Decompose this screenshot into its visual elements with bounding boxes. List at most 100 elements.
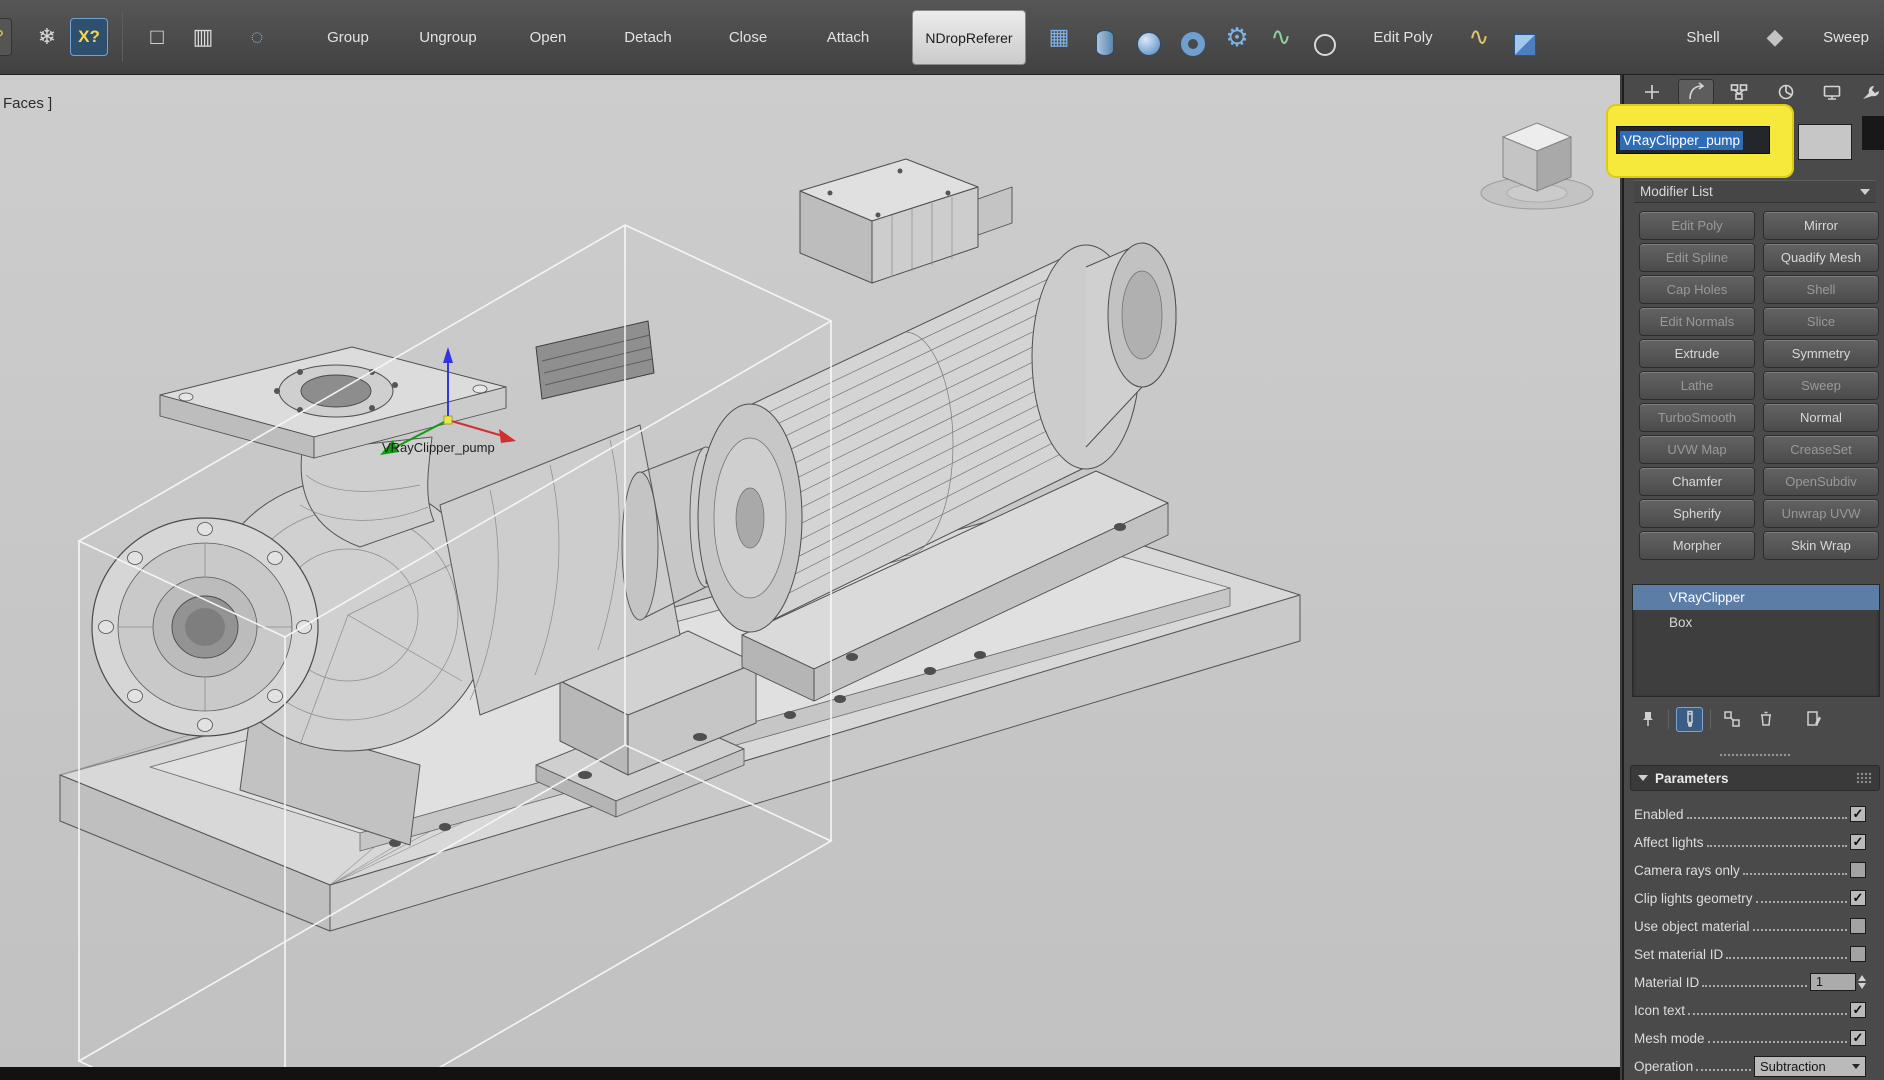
param-row-camera-rays-only: Camera rays only	[1634, 856, 1880, 884]
dotted-leader	[1755, 901, 1847, 903]
clipped-icon[interactable]: ?	[0, 18, 12, 56]
drop-reference-button[interactable]: NDropReferer	[912, 10, 1026, 65]
object-name-input[interactable]: VRayClipper_pump	[1616, 126, 1770, 154]
spinner-arrows-icon[interactable]	[1858, 975, 1866, 989]
modifier-list-label: Modifier List	[1640, 184, 1713, 199]
checkbox-use-object-material[interactable]	[1850, 918, 1866, 934]
pin-stack-icon[interactable]	[1634, 707, 1661, 732]
checkbox-icon-text[interactable]: ✓	[1850, 1002, 1866, 1018]
modifier-button-morpher[interactable]: Morpher	[1639, 531, 1755, 560]
drag-grip-icon	[1856, 772, 1872, 784]
fence-select-icon[interactable]: ▥	[184, 18, 222, 56]
spline-icon[interactable]: ∿	[1262, 18, 1300, 56]
toolbar-button-close[interactable]: Close	[698, 29, 798, 46]
param-label-enabled: Enabled	[1634, 806, 1684, 822]
modifier-button-cap-holes[interactable]: Cap Holes	[1639, 275, 1755, 304]
sweep-button[interactable]: Sweep	[1808, 0, 1884, 75]
utilities-tab[interactable]	[1852, 79, 1884, 105]
dropdown-value: Subtraction	[1760, 1058, 1826, 1074]
param-row-set-material-id: Set material ID	[1634, 940, 1880, 968]
rollout-title: Parameters	[1655, 770, 1729, 786]
spinner-field-material-id[interactable]: 1	[1810, 973, 1866, 991]
modifier-button-edit-spline[interactable]: Edit Spline	[1639, 243, 1755, 272]
dotted-leader	[1752, 929, 1847, 931]
modifier-button-extrude[interactable]: Extrude	[1639, 339, 1755, 368]
sphere-icon[interactable]	[1130, 25, 1168, 63]
gear-icon[interactable]: ⚙	[1218, 18, 1256, 56]
rollout-splitter[interactable]	[1624, 751, 1884, 760]
viewport-3d[interactable]: Faces ] VRayClipper_pump	[0, 75, 1620, 1080]
object-color-swatch[interactable]	[1798, 124, 1852, 160]
param-row-mesh-mode: Mesh mode ✓	[1634, 1024, 1880, 1052]
configure-modifier-sets-icon[interactable]	[1800, 707, 1827, 732]
modifier-button-edit-normals[interactable]: Edit Normals	[1639, 307, 1755, 336]
viewport-corner-label[interactable]: Faces ]	[3, 95, 52, 112]
toolbar-button-group[interactable]: Group	[298, 29, 398, 46]
modifier-button-shell[interactable]: Shell	[1763, 275, 1879, 304]
create-tab[interactable]	[1634, 79, 1670, 105]
hierarchy-tab[interactable]	[1721, 79, 1757, 105]
param-row-clip-lights-geometry: Clip lights geometry ✓	[1634, 884, 1880, 912]
paint-select-icon[interactable]: ◌	[238, 18, 276, 56]
checkbox-set-material-id[interactable]	[1850, 946, 1866, 962]
dropdown-operation[interactable]: Subtraction	[1754, 1055, 1866, 1077]
modifier-button-uvw-map[interactable]: UVW Map	[1639, 435, 1755, 464]
torus-icon[interactable]	[1174, 25, 1212, 63]
motion-tab[interactable]	[1768, 79, 1804, 105]
stack-item-box[interactable]: Box	[1633, 610, 1879, 635]
modifier-button-mirror[interactable]: Mirror	[1763, 211, 1879, 240]
x-question-button[interactable]: X?	[70, 18, 108, 56]
marquee-select-icon[interactable]: □	[138, 18, 176, 56]
modifier-button-normal[interactable]: Normal	[1763, 403, 1879, 432]
toolbar-button-attach[interactable]: Attach	[798, 29, 898, 46]
stack-toolbar	[1634, 705, 1880, 733]
remove-modifier-icon[interactable]	[1752, 707, 1779, 732]
snowflake-icon[interactable]: ❄	[28, 18, 66, 56]
cylinder-icon[interactable]	[1086, 24, 1124, 62]
modifier-button-creaseset[interactable]: CreaseSet	[1763, 435, 1879, 464]
modifier-button-skin-wrap[interactable]: Skin Wrap	[1763, 531, 1879, 560]
grid-array-icon[interactable]: ▦	[1040, 18, 1078, 56]
dotted-leader	[1742, 873, 1847, 875]
modifier-list-dropdown[interactable]: Modifier List	[1634, 180, 1876, 203]
make-unique-icon[interactable]	[1718, 707, 1745, 732]
stack-item-vrayclipper[interactable]: VRayClipper	[1633, 585, 1879, 610]
toolbar-button-open[interactable]: Open	[498, 29, 598, 46]
modifier-button-spherify[interactable]: Spherify	[1639, 499, 1755, 528]
modifier-button-edit-poly[interactable]: Edit Poly	[1639, 211, 1755, 240]
modifier-button-sweep[interactable]: Sweep	[1763, 371, 1879, 400]
modifier-button-opensubdiv[interactable]: OpenSubdiv	[1763, 467, 1879, 496]
modifier-button-unwrap-uvw[interactable]: Unwrap UVW	[1763, 499, 1879, 528]
chevron-down-icon	[1860, 188, 1870, 195]
display-tab[interactable]	[1814, 79, 1850, 105]
checkbox-enabled[interactable]: ✓	[1850, 806, 1866, 822]
parameters-rollout-header[interactable]: Parameters	[1630, 765, 1880, 791]
circle-icon[interactable]	[1306, 26, 1344, 64]
viewport-bottom-bar	[0, 1067, 1620, 1080]
modifier-button-chamfer[interactable]: Chamfer	[1639, 467, 1755, 496]
checkbox-camera-rays-only[interactable]	[1850, 862, 1866, 878]
collapse-arrow-icon	[1638, 775, 1648, 781]
param-label-material-id: Material ID	[1634, 974, 1700, 990]
toolbar-button-ungroup[interactable]: Ungroup	[398, 29, 498, 46]
checkbox-mesh-mode[interactable]: ✓	[1850, 1030, 1866, 1046]
checkbox-clip-lights-geometry[interactable]: ✓	[1850, 890, 1866, 906]
param-row-icon-text: Icon text ✓	[1634, 996, 1880, 1024]
modify-tab[interactable]	[1678, 79, 1714, 105]
modifier-button-turbosmooth[interactable]: TurboSmooth	[1639, 403, 1755, 432]
curve-icon[interactable]: ∿	[1460, 18, 1498, 56]
diamond-icon[interactable]: ◆	[1756, 18, 1794, 56]
cube-icon[interactable]	[1506, 26, 1544, 64]
viewport-canvas[interactable]: VRayClipper_pump	[0, 75, 1620, 1080]
show-end-result-icon[interactable]	[1676, 706, 1703, 732]
toolbar-button-detach[interactable]: Detach	[598, 29, 698, 46]
modifier-button-symmetry[interactable]: Symmetry	[1763, 339, 1879, 368]
dotted-leader	[1702, 985, 1807, 987]
splitter-grip-icon	[1719, 753, 1791, 758]
modifier-button-quadify-mesh[interactable]: Quadify Mesh	[1763, 243, 1879, 272]
shell-button[interactable]: Shell	[1668, 0, 1738, 75]
modifier-button-slice[interactable]: Slice	[1763, 307, 1879, 336]
edit-poly-button[interactable]: Edit Poly	[1358, 0, 1448, 75]
modifier-button-lathe[interactable]: Lathe	[1639, 371, 1755, 400]
checkbox-affect-lights[interactable]: ✓	[1850, 834, 1866, 850]
